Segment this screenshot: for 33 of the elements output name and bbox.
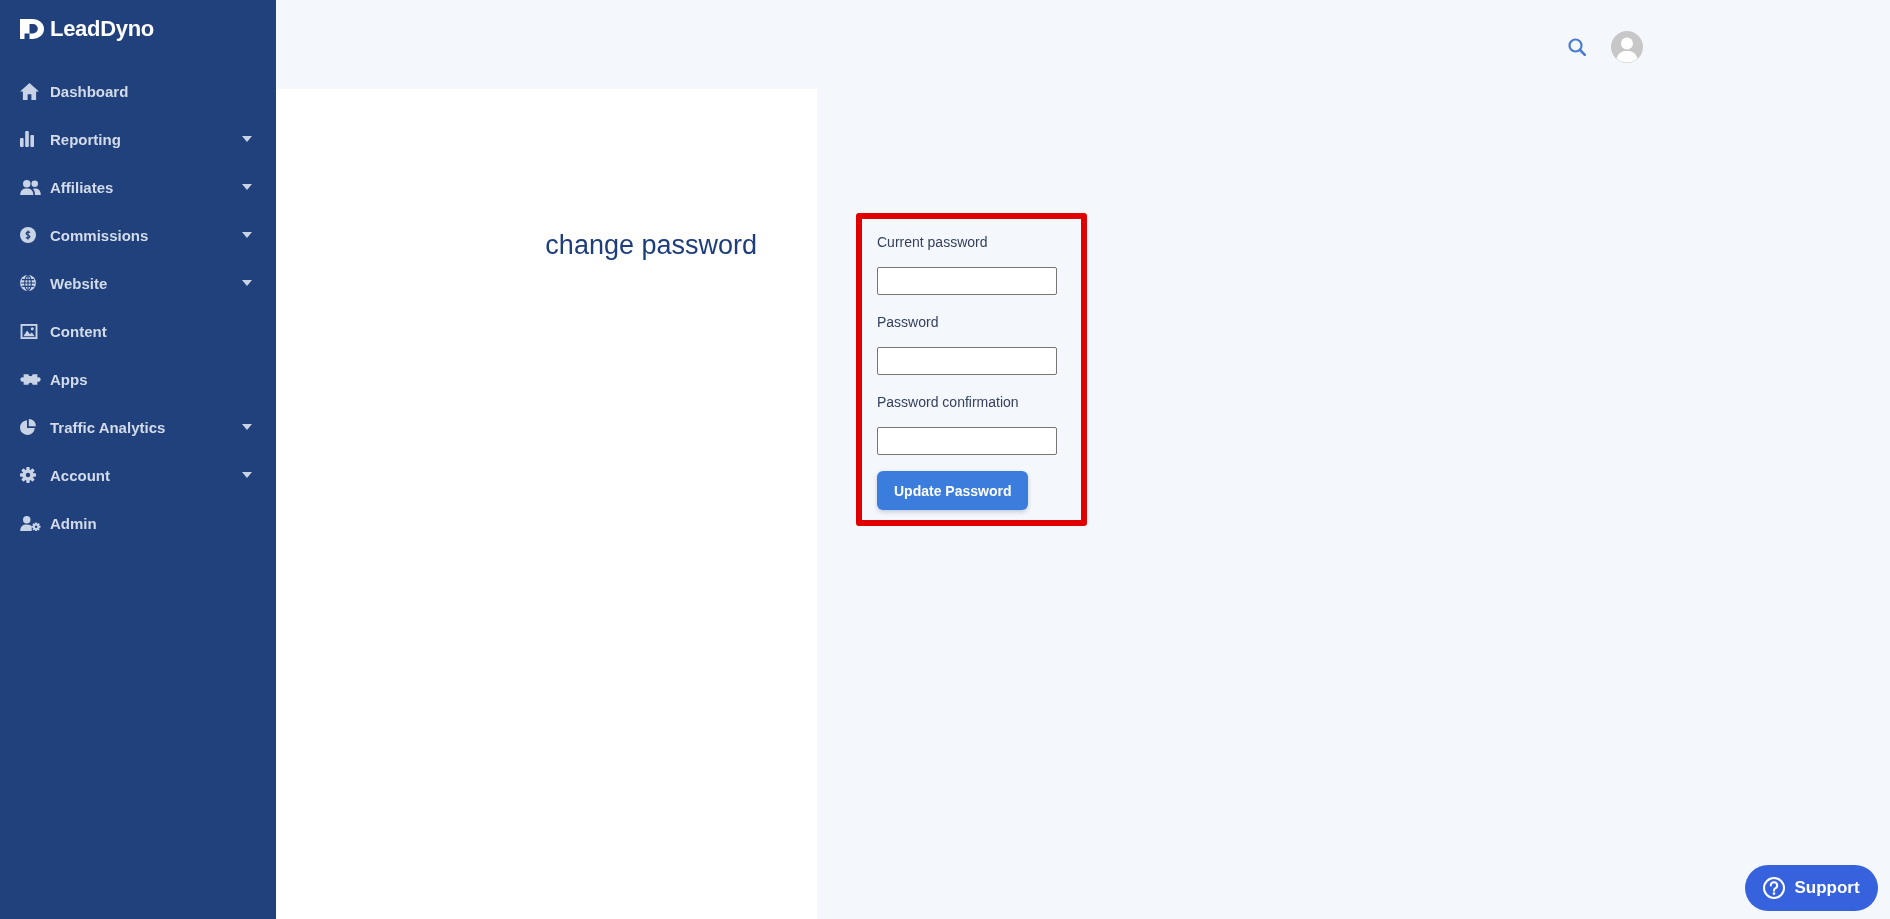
sidebar-item[interactable]: Reporting — [0, 115, 276, 163]
image-icon — [20, 323, 38, 339]
users-icon — [20, 179, 41, 195]
password-field[interactable] — [877, 267, 1057, 295]
logo-text: LeadDyno — [50, 16, 154, 42]
page-heading: change password — [545, 229, 757, 261]
field-label: Password confirmation — [877, 393, 1019, 412]
sidebar-item[interactable]: Website — [0, 259, 276, 307]
field-label: Password — [877, 313, 939, 332]
coin-icon — [20, 227, 36, 243]
password-field[interactable] — [877, 427, 1057, 455]
sidebar-item[interactable]: Traffic Analytics — [0, 403, 276, 451]
field-label: Current password — [877, 233, 988, 252]
sidebar-item[interactable]: Admin — [0, 499, 276, 547]
sidebar-item[interactable]: Account — [0, 451, 276, 499]
user-gear-icon — [20, 515, 41, 531]
password-field[interactable] — [877, 347, 1057, 375]
home-icon — [20, 82, 39, 100]
sidebar-item[interactable]: Apps — [0, 355, 276, 403]
sidebar-item[interactable]: Commissions — [0, 211, 276, 259]
puzzle-icon — [20, 373, 41, 385]
sidebar-item[interactable]: Dashboard — [0, 67, 276, 115]
sidebar-item[interactable]: Affiliates — [0, 163, 276, 211]
help-icon — [1763, 877, 1786, 899]
gear-icon — [20, 467, 36, 483]
globe-icon — [20, 275, 36, 291]
support-button[interactable]: Support — [1745, 865, 1878, 911]
logo-mark-icon — [20, 19, 44, 39]
update-password-button[interactable]: Update Password — [877, 471, 1029, 510]
bar-chart-icon — [20, 131, 34, 147]
pie-chart-icon — [20, 419, 36, 435]
sidebar-item[interactable]: Content — [0, 307, 276, 355]
search-icon[interactable] — [1568, 37, 1586, 56]
